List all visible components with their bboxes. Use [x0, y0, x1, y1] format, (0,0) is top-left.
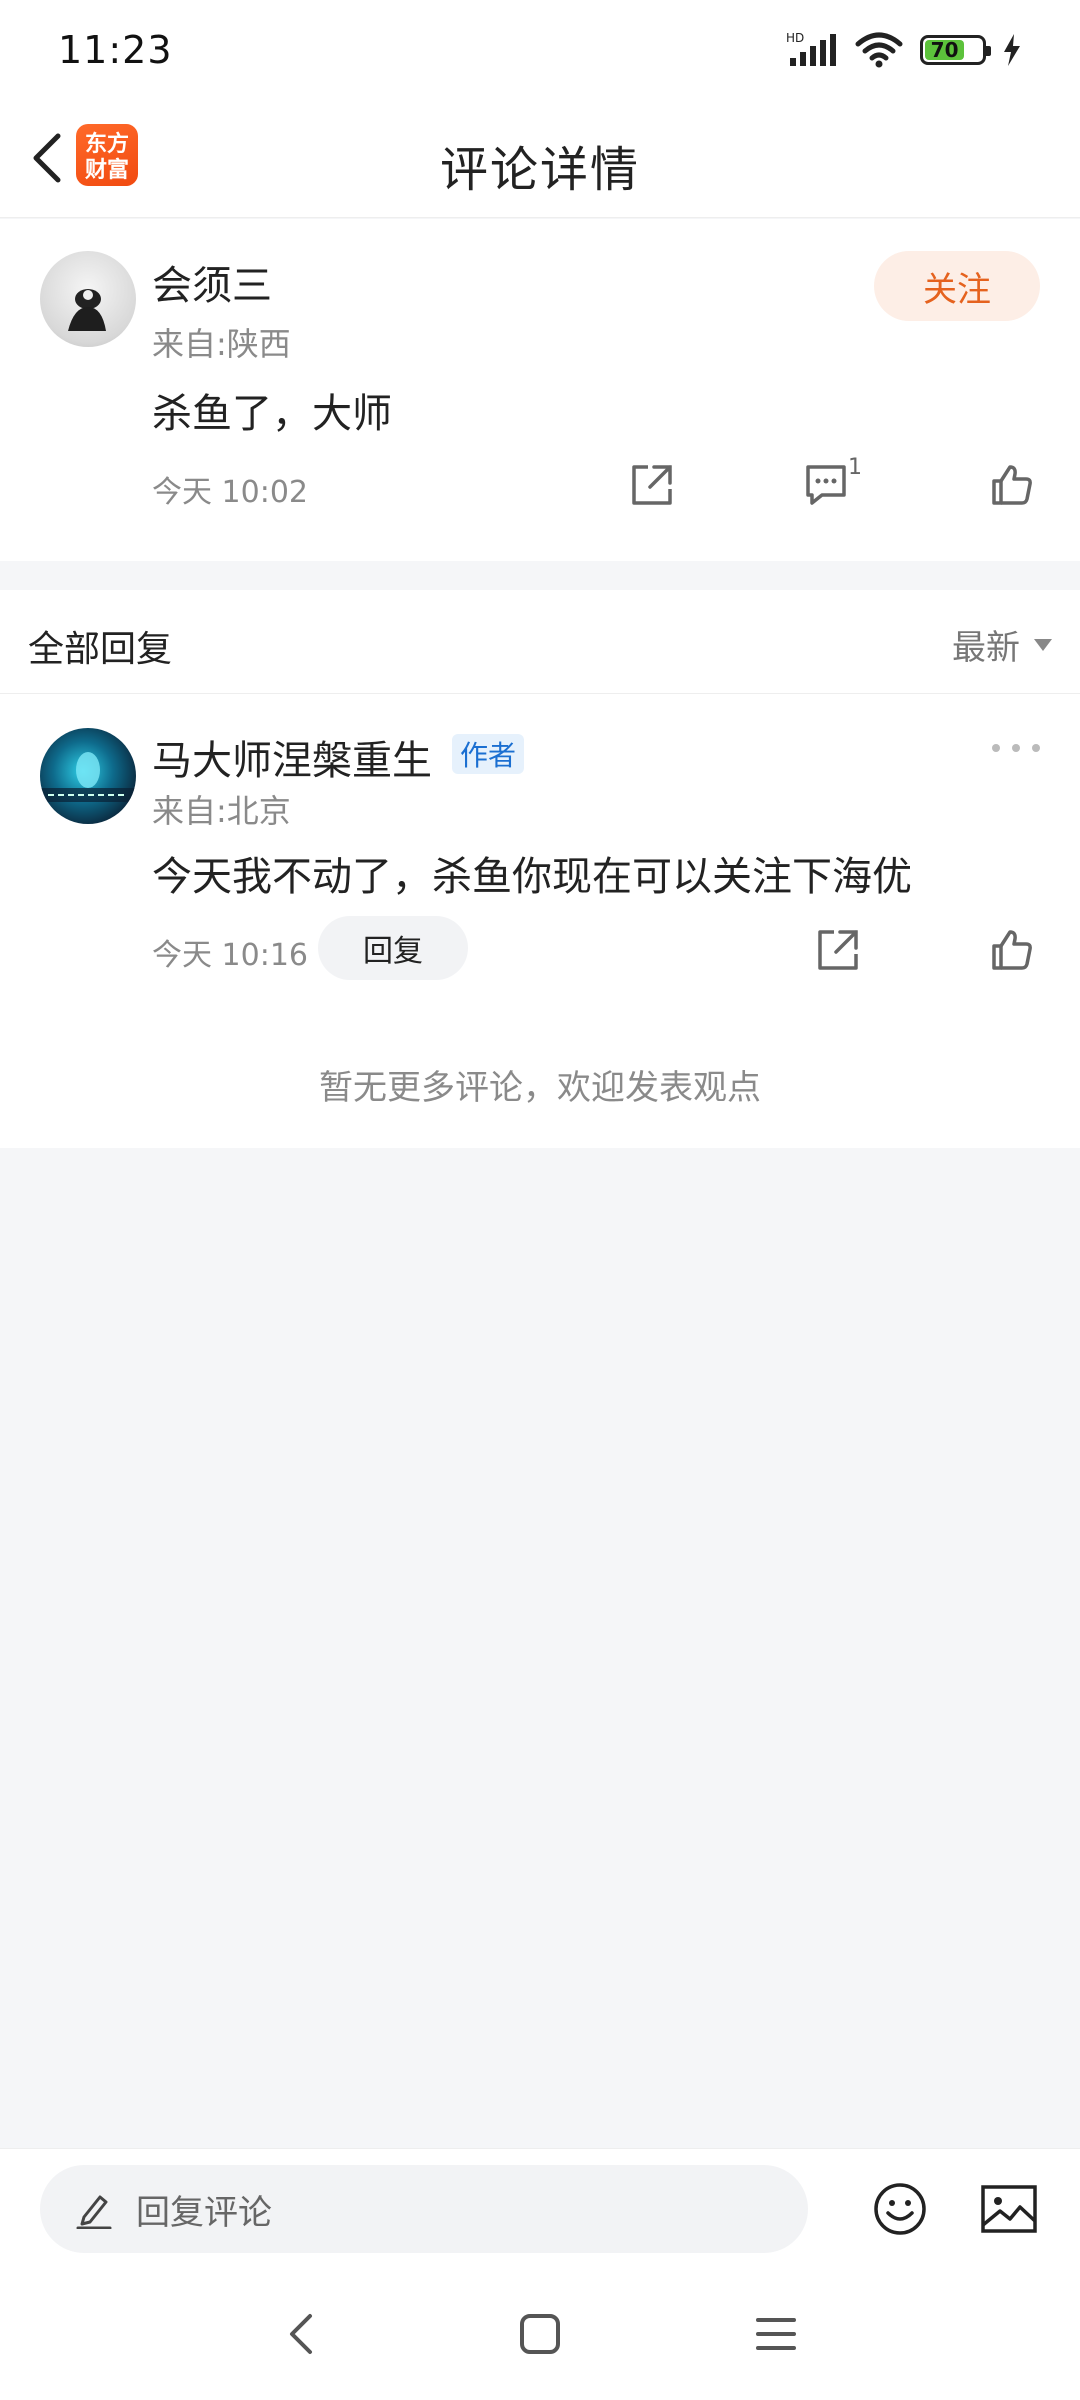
reply-author-name[interactable]: 马大师涅槃重生 — [152, 728, 432, 786]
avatar-figure-icon — [68, 289, 106, 331]
thumbs-up-icon[interactable] — [988, 461, 1036, 509]
avatar-art-icon — [40, 752, 136, 802]
sort-label: 最新 — [952, 628, 1020, 668]
reply-text: 今天我不动了，杀鱼你现在可以关注下海优 — [152, 854, 912, 900]
reply-count: 1 — [848, 455, 862, 480]
system-navigation-bar — [0, 2272, 1080, 2400]
avatar[interactable] — [40, 728, 136, 824]
replies-title: 全部回复 — [28, 629, 173, 670]
thumbs-up-icon[interactable] — [988, 926, 1036, 974]
comment-detail-page: 11:23 HD 70 东方 财富 评论详情 会须三 来自:陕西 关注 杀鱼了，… — [0, 0, 1080, 2400]
top-app-bar: 东方 财富 评论详情 — [0, 100, 1080, 218]
more-dot-icon — [992, 744, 1000, 752]
comment-text: 杀鱼了，大师 — [152, 391, 392, 437]
replies-header: 全部回复 最新 — [0, 590, 1080, 694]
more-options-button[interactable] — [992, 738, 1040, 758]
reply-button[interactable]: 回复 — [318, 916, 468, 980]
comment-time: 今天 10:02 — [152, 475, 308, 510]
more-dot-icon — [1032, 744, 1040, 752]
reply-time: 今天 10:16 — [152, 938, 308, 973]
nav-home-icon[interactable] — [514, 2308, 566, 2360]
nav-back-icon[interactable] — [276, 2308, 328, 2360]
page-title: 评论详情 — [439, 142, 640, 198]
author-badge: 作者 — [452, 734, 525, 774]
more-dot-icon — [1012, 744, 1020, 752]
share-icon[interactable] — [814, 926, 862, 974]
follow-button[interactable]: 关注 — [874, 251, 1040, 321]
status-bar: 11:23 HD 70 — [0, 0, 1080, 100]
nav-menu-icon[interactable] — [750, 2308, 802, 2360]
image-icon[interactable] — [980, 2181, 1038, 2237]
commenter-location: 来自:陕西 — [152, 325, 291, 363]
main-comment-card: 会须三 来自:陕西 关注 杀鱼了，大师 今天 10:02 1 — [0, 219, 1080, 561]
reply-author-location: 来自:北京 — [152, 792, 291, 830]
emoji-icon[interactable] — [872, 2181, 928, 2237]
battery-fill: 70 — [925, 38, 965, 62]
reply-input-placeholder: 回复评论 — [136, 2192, 272, 2233]
reply-comment-input[interactable]: 回复评论 — [40, 2165, 808, 2253]
battery-level-text: 70 — [930, 38, 959, 62]
status-icons: HD 70 — [786, 30, 1022, 70]
commenter-name[interactable]: 会须三 — [152, 253, 272, 311]
comment-icon[interactable] — [802, 461, 850, 509]
battery-icon: 70 — [920, 35, 991, 65]
share-icon[interactable] — [628, 461, 676, 509]
reply-list: 马大师涅槃重生 作者 来自:北京 今天我不动了，杀鱼你现在可以关注下海优 今天 … — [0, 694, 1080, 1148]
caret-down-icon — [1034, 638, 1052, 651]
wifi-icon — [855, 32, 903, 68]
pencil-icon — [76, 2195, 112, 2229]
network-label: HD — [786, 31, 804, 45]
charging-bolt-icon — [1004, 34, 1020, 66]
sort-dropdown[interactable]: 最新 — [952, 620, 1052, 669]
cellular-signal-icon: HD — [786, 31, 836, 66]
bottom-input-bar: 回复评论 — [0, 2148, 1080, 2272]
avatar[interactable] — [40, 251, 136, 347]
status-time: 11:23 — [58, 28, 173, 72]
no-more-comments-text: 暂无更多评论，欢迎发表观点 — [319, 1068, 761, 1108]
